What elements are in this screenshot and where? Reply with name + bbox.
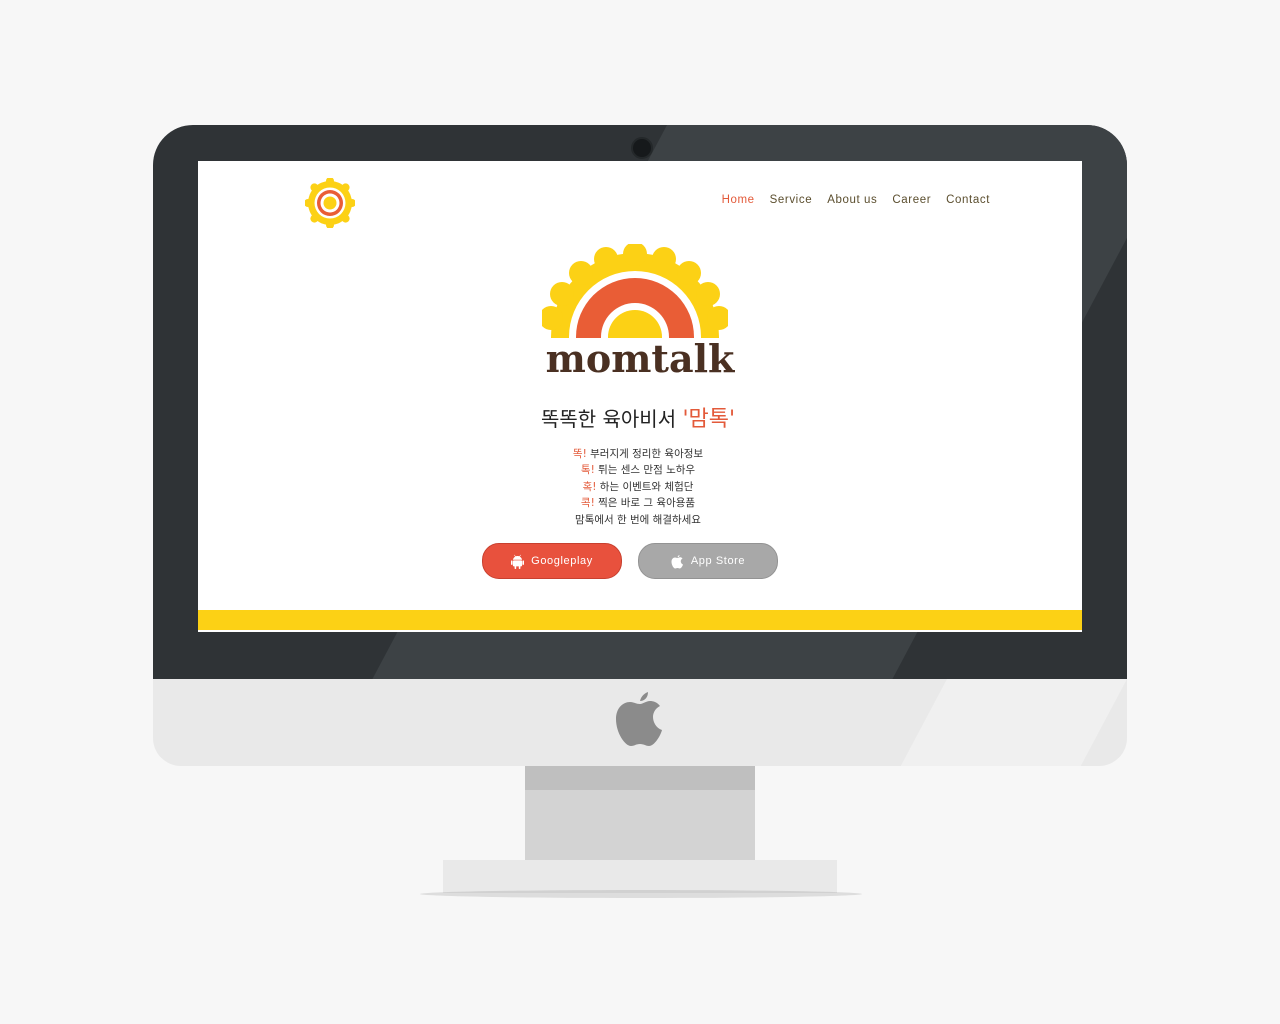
nav-service[interactable]: Service [770,194,813,206]
list-item: 혹! 하는 이벤트와 체험단 [198,479,1078,495]
feature-text: 찍은 바로 그 육아용품 [594,497,696,510]
appstore-label: App Store [690,555,746,567]
tagline-accent: '맘톡' [682,407,736,432]
feature-text: 튀는 센스 만점 노하우 [594,464,696,477]
nav-career[interactable]: Career [892,194,931,206]
feature-text: 부러지게 정리한 육아정보 [586,448,704,460]
nav-contact[interactable]: Contact [946,194,990,206]
stand-shadow-band [525,766,755,790]
imac-stand-neck [525,766,755,860]
momtalk-sun-icon [542,244,728,338]
hero-tagline: 똑똑한 육아비서 '맘톡' [198,406,1078,433]
imac-stand-base [443,860,837,893]
apple-icon [616,692,662,746]
feature-list: 똑! 부러지게 정리한 육아정보 톡! 튀는 센스 만점 노하우 혹! 하는 이… [198,446,1078,528]
feature-text: 하는 이벤트와 체험단 [596,480,694,493]
list-item: 똑! 부러지게 정리한 육아정보 [198,446,1078,462]
googleplay-button[interactable]: Googleplay [482,543,622,579]
nav-home[interactable]: Home [722,194,755,206]
feature-keyword: 톡! [580,464,595,477]
website-screen: Home Service About us Career Contact mom… [198,161,1082,632]
chin-glare [900,679,1127,766]
camera-icon [631,137,653,159]
stand-floor-shadow [420,890,862,898]
googleplay-label: Googleplay [531,555,593,567]
site-logo-icon[interactable] [305,178,355,228]
main-nav: Home Service About us Career Contact [722,194,990,206]
feature-keyword: 콕! [580,497,595,510]
nav-about-us[interactable]: About us [827,194,877,206]
momtalk-wordmark: momtalk [545,336,735,381]
android-icon [511,554,525,569]
list-item: 콕! 찍은 바로 그 육아용품 [198,495,1078,511]
feature-keyword: 혹! [582,480,597,493]
appstore-button[interactable]: App Store [638,543,778,579]
list-item: 톡! 튀는 센스 만점 노하우 [198,462,1078,478]
tagline-prefix: 똑똑한 육아비서 [540,407,683,431]
apple-icon [671,554,683,568]
feature-keyword: 똑! [572,448,587,460]
feature-closing: 맘톡에서 한 번에 해결하세요 [575,513,701,526]
footer-yellow-band [198,610,1082,630]
